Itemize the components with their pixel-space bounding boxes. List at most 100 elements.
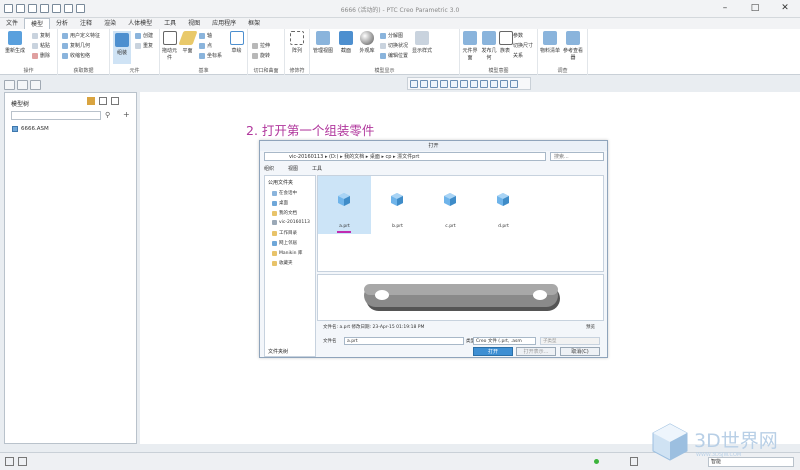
switch-dimensions-button[interactable]: 切换尺寸 (513, 42, 533, 49)
regenerate-button[interactable]: 重新生成 (4, 31, 26, 54)
tutorial-annotation: 2. 打开第一个组装零件 (246, 123, 375, 138)
revolve-button[interactable]: 旋转 (252, 52, 270, 59)
copy-button[interactable]: 复制 (32, 32, 50, 39)
nav-item-manikin-library[interactable]: Manikin 库 (272, 250, 302, 256)
tree-item-assembly[interactable]: 6666.ASM (12, 126, 49, 132)
tools-menu[interactable]: 工具 (312, 165, 322, 172)
regen-status-icon (594, 459, 599, 464)
preview-toggle[interactable]: 预览 (586, 324, 595, 330)
tab-file[interactable]: 文件 (0, 18, 24, 29)
plane-button[interactable]: 平面 (177, 31, 198, 54)
datum-display-icon[interactable] (480, 80, 488, 88)
tab-analysis[interactable]: 分析 (50, 18, 74, 29)
nav-item-working-directory[interactable]: 工作目录 (272, 230, 297, 236)
zoom-in-icon[interactable] (420, 80, 428, 88)
tab-view[interactable]: 视图 (182, 18, 206, 29)
cancel-button[interactable]: 取消(C) (560, 347, 600, 356)
nav-item-in-session[interactable]: 在会话中 (272, 190, 297, 196)
file-item-c[interactable]: c.prt (424, 176, 477, 234)
axis-button[interactable]: 轴 (199, 32, 212, 39)
display-style-icon[interactable] (450, 80, 458, 88)
parameters-button[interactable]: 参数 (513, 32, 523, 39)
refit-icon[interactable] (410, 80, 418, 88)
component-interface-button[interactable]: 元件界面 (461, 31, 479, 61)
open-representation-button[interactable]: 打开表示... (516, 347, 556, 356)
create-button[interactable]: 创建 (135, 32, 153, 39)
subtype-select[interactable]: 子类型 (540, 337, 600, 345)
csys-button[interactable]: 坐标系 (199, 52, 222, 59)
favorites-tab-icon[interactable] (30, 80, 41, 90)
tab-applications[interactable]: 应用程序 (206, 18, 242, 29)
shrinkwrap-button[interactable]: 收缩包络 (62, 52, 90, 59)
maximize-button[interactable]: □ (740, 0, 770, 16)
find-icon[interactable]: ⚲ (105, 111, 110, 119)
extrude-button[interactable]: 拉伸 (252, 42, 270, 49)
open-button[interactable]: 打开 (473, 347, 513, 356)
repeat-button[interactable]: 重复 (135, 42, 153, 49)
reference-viewer-button[interactable]: 参考查看器 (562, 31, 584, 61)
close-button[interactable]: ✕ (770, 0, 800, 16)
paste-button[interactable]: 粘贴 (32, 42, 50, 49)
tab-model[interactable]: 模型 (24, 18, 51, 29)
repaint-icon[interactable] (440, 80, 448, 88)
file-item-d[interactable]: d.prt (477, 176, 530, 234)
family-table-button[interactable]: 族表 (499, 31, 513, 54)
display-style-button[interactable]: 显示样式 (410, 31, 434, 54)
drag-components-button[interactable]: 拖动元件 (161, 31, 178, 61)
section-button[interactable]: 截面 (336, 31, 356, 54)
copy-geometry-button[interactable]: 复制几何 (62, 42, 90, 49)
point-button[interactable]: 点 (199, 42, 212, 49)
assemble-button[interactable]: 组装 (113, 31, 131, 64)
zoom-out-icon[interactable] (430, 80, 438, 88)
nav-item-computer[interactable]: vic-20160113 (272, 220, 310, 225)
model-tree-tab-icon[interactable] (4, 80, 15, 90)
nav-item-network[interactable]: 网上邻居 (272, 240, 297, 246)
show-navigator-icon[interactable] (5, 457, 14, 466)
spin-center-icon[interactable] (500, 80, 508, 88)
tab-framework[interactable]: 框架 (242, 18, 266, 29)
address-bar[interactable]: vic-20160113 ▸ (D:) ▸ 我的文档 ▸ 桌面 ▸ cp ▸ 漂… (264, 152, 546, 161)
bom-button[interactable]: 物料清单 (540, 31, 560, 54)
appearance-gallery-button[interactable]: 外观库 (357, 31, 377, 54)
nav-item-desktop[interactable]: 桌面 (272, 200, 288, 206)
tree-filter-icon[interactable] (87, 97, 95, 105)
minimize-button[interactable]: – (710, 0, 740, 16)
pattern-button[interactable]: 阵列 (288, 31, 306, 54)
views-menu[interactable]: 视图 (288, 165, 298, 172)
file-item-b[interactable]: b.prt (371, 176, 424, 234)
edit-position-button[interactable]: 编辑位置 (380, 52, 408, 59)
session-icon (272, 190, 277, 196)
tab-render[interactable]: 渲染 (98, 18, 122, 29)
nav-item-favorites[interactable]: 收藏夹 (272, 260, 293, 266)
filename-input[interactable]: a.prt (344, 337, 464, 345)
exploded-view-button[interactable]: 分解图 (380, 32, 403, 39)
folder-tree-toggle[interactable]: 文件夹树 (268, 348, 288, 355)
toggle-status-button[interactable]: 切换状况 (380, 42, 408, 49)
file-type-select[interactable]: Creo 文件 (.prt, .asm (473, 337, 536, 345)
add-column-icon[interactable]: + (123, 110, 130, 119)
tab-annotate[interactable]: 注释 (74, 18, 98, 29)
nav-item-my-documents[interactable]: 我的文档 (272, 210, 297, 216)
model-tree-search-input[interactable] (11, 111, 101, 120)
relations-button[interactable]: 关系 (513, 52, 523, 59)
file-item-a[interactable]: a.prt (318, 176, 371, 234)
organize-menu[interactable]: 组织 (264, 165, 274, 172)
tab-manikin[interactable]: 人体模型 (122, 18, 158, 29)
annotation-display-icon[interactable] (490, 80, 498, 88)
manage-views-button[interactable]: 管理视图 (312, 31, 334, 54)
saved-views-icon[interactable] (460, 80, 468, 88)
udf-button[interactable]: 用户定义特征 (62, 32, 100, 39)
settings-icon[interactable] (99, 97, 107, 105)
tab-tools[interactable]: 工具 (158, 18, 182, 29)
show-browser-icon[interactable] (18, 457, 27, 466)
folder-browser-tab-icon[interactable] (17, 80, 28, 90)
sketch-button[interactable]: 草绘 (228, 31, 245, 54)
show-icon[interactable] (111, 97, 119, 105)
delete-button[interactable]: 删除 (32, 52, 50, 59)
publish-geometry-button[interactable]: 发布几何 (480, 31, 498, 61)
dialog-search-input[interactable]: 搜索... (550, 152, 604, 161)
selection-filter-icon[interactable] (630, 457, 638, 466)
folder-icon (272, 210, 277, 216)
axes-icon[interactable] (510, 80, 518, 88)
view-manager-icon[interactable] (470, 80, 478, 88)
